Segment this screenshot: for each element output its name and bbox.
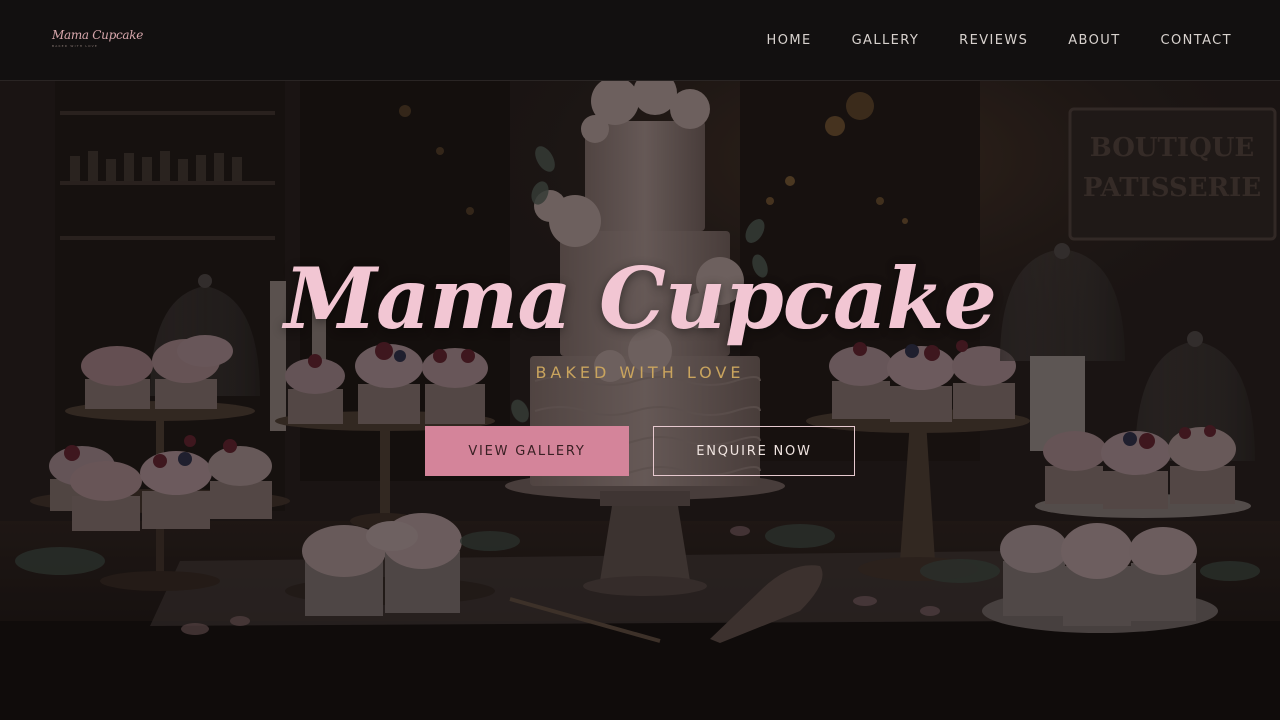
logo-script-text: Mama Cupcake [52,28,144,42]
site-logo[interactable]: Mama Cupcake baked with love [52,28,144,52]
main-nav: HOME GALLERY REVIEWS ABOUT CONTACT [727,0,1232,80]
nav-link-about[interactable]: ABOUT [1068,33,1120,48]
top-navbar: Mama Cupcake baked with love HOME GALLER… [0,0,1280,81]
nav-link-gallery[interactable]: GALLERY [852,33,920,48]
view-gallery-button[interactable]: VIEW GALLERY [425,426,629,476]
nav-link-contact[interactable]: CONTACT [1161,33,1232,48]
logo-tagline: baked with love [52,44,98,48]
enquire-now-button[interactable]: ENQUIRE NOW [653,426,855,476]
nav-link-home[interactable]: HOME [767,33,812,48]
nav-link-reviews[interactable]: REVIEWS [959,33,1028,48]
hero-title: Mama Cupcake [284,249,997,348]
page: Mama Cupcake baked with love HOME GALLER… [0,0,1280,720]
hero-content: Mama Cupcake BAKED WITH LOVE VIEW GALLER… [0,81,1280,720]
hero-section: BOUTIQUE PATISSERIE Mama Cupcake BAKED W… [0,81,1280,720]
hero-subtitle: BAKED WITH LOVE [535,363,745,382]
